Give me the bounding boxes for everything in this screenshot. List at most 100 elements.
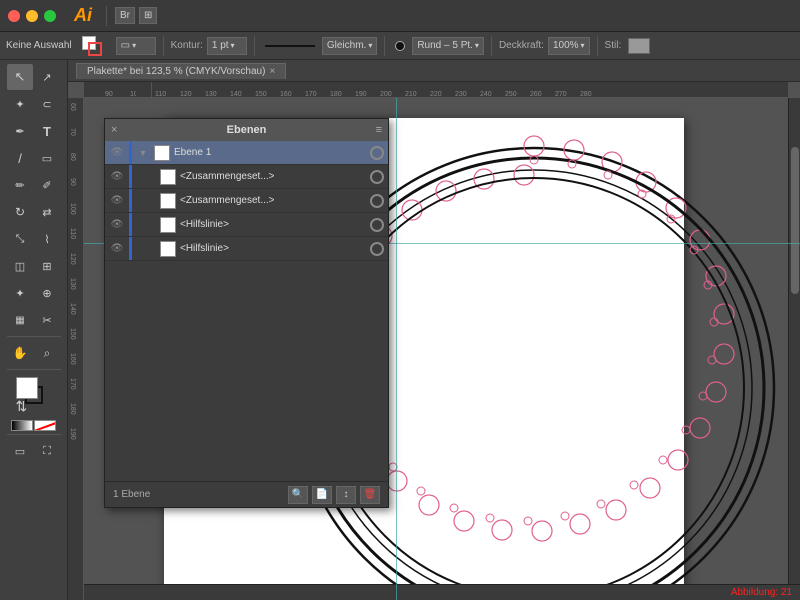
horizontal-ruler: 90 100 110 120 130 140 150 160 170 180 1… <box>84 82 788 98</box>
line-style-dropdown[interactable]: Gleichm. ▾ <box>322 37 377 55</box>
type-tool[interactable]: T <box>34 118 60 144</box>
rotate-tool[interactable]: ↻ <box>7 199 33 225</box>
normal-mode-button[interactable]: ▭ <box>7 438 33 464</box>
selection-indicator: Keine Auswahl <box>6 40 72 51</box>
sublayer-row-3[interactable]: 👁 <Hilfslinie> <box>105 213 388 237</box>
document-tab[interactable]: Plakette* bei 123,5 % (CMYK/Vorschau) × <box>76 63 286 79</box>
move-to-layer-button[interactable]: ↕ <box>336 486 356 504</box>
layer-target-1[interactable] <box>370 146 384 160</box>
tool-row-6: ↻ ⇄ <box>7 199 60 225</box>
slice-tool[interactable]: ✂ <box>34 307 60 333</box>
rect-tool[interactable]: ▭ <box>34 145 60 171</box>
scale-tool[interactable]: ⤡ <box>7 226 33 252</box>
layer-row-1[interactable]: 👁 ▼ Ebene 1 <box>105 141 388 165</box>
titlebar-separator <box>106 6 107 26</box>
layers-panel-titlebar[interactable]: × Ebenen ≡ <box>105 119 388 141</box>
delete-layer-button[interactable]: 🗑 <box>360 486 380 504</box>
sublayer-target-2[interactable] <box>370 194 384 208</box>
fill-swatch[interactable] <box>16 377 38 399</box>
toolbar-separator3 <box>384 36 385 56</box>
layer-thumbnail-1 <box>154 145 170 161</box>
sublayer-target-3[interactable] <box>370 218 384 232</box>
chart-tool[interactable]: ▦ <box>7 307 33 333</box>
sublayer-target-1[interactable] <box>370 170 384 184</box>
close-button[interactable] <box>8 10 20 22</box>
fill-stroke-widget[interactable] <box>80 34 108 58</box>
sublayer-thumb-2 <box>160 193 176 209</box>
select-tool[interactable]: ↖ <box>7 64 33 90</box>
pencil-tool[interactable]: ✐ <box>34 172 60 198</box>
none-swatch[interactable] <box>34 420 56 431</box>
dropdown-arrow2: ▾ <box>231 41 235 50</box>
minimize-button[interactable] <box>26 10 38 22</box>
gradient-tool[interactable]: ◫ <box>7 253 33 279</box>
layers-menu-button[interactable]: ≡ <box>376 124 382 136</box>
sublayer-color-4 <box>129 237 132 260</box>
toolbox: ↖ ↗ ✦ ⊂ ✒ T / ▭ ✏ ✐ ↻ ⇄ ⤡ ⌇ ◫ ⊞ <box>0 60 68 600</box>
tab-bar: Plakette* bei 123,5 % (CMYK/Vorschau) × <box>68 60 800 82</box>
none-slash <box>34 422 56 431</box>
toolbar-separator4 <box>491 36 492 56</box>
dropdown-arrow: ▾ <box>132 41 136 50</box>
line-tool[interactable]: / <box>7 145 33 171</box>
opacity-dropdown[interactable]: 100% ▾ <box>548 37 590 55</box>
top-toolbar: Keine Auswahl ▭ ▾ Kontur: 1 pt ▾ Gleichm… <box>0 32 800 60</box>
direct-select-tool[interactable]: ↗ <box>34 64 60 90</box>
pen-tool[interactable]: ✒ <box>7 118 33 144</box>
new-layer-button[interactable]: 📄 <box>312 486 332 504</box>
hand-tool[interactable]: ✋ <box>7 340 33 366</box>
blend-tool[interactable]: ⊕ <box>34 280 60 306</box>
tool-row-3: ✒ T <box>7 118 60 144</box>
cap-style-dropdown[interactable]: Rund – 5 Pt. ▾ <box>412 37 484 55</box>
tool-row-5: ✏ ✐ <box>7 172 60 198</box>
warp-tool[interactable]: ⌇ <box>34 226 60 252</box>
zoom-tool[interactable]: ⌕ <box>34 340 60 366</box>
sublayer-row-2[interactable]: 👁 <Zusammengeset...> <box>105 189 388 213</box>
sublayer-name-3: <Hilfslinie> <box>180 219 366 230</box>
paintbrush-tool[interactable]: ✏ <box>7 172 33 198</box>
stroke-icon: ▭ <box>121 40 130 51</box>
layers-close-button[interactable]: × <box>111 124 117 136</box>
maximize-button[interactable] <box>44 10 56 22</box>
swap-icon[interactable]: ⇅ <box>16 398 28 415</box>
layers-panel-title: Ebenen <box>227 124 267 136</box>
tab-close-icon[interactable]: × <box>269 66 275 77</box>
ruler-corner <box>136 82 152 98</box>
opacity-value: 100% <box>553 40 579 51</box>
fullscreen-button[interactable]: ⛶ <box>34 438 60 464</box>
stroke-type-dropdown[interactable]: ▭ ▾ <box>116 37 156 55</box>
sublayer-row-1[interactable]: 👁 <Zusammengeset...> <box>105 165 388 189</box>
sublayer-target-4[interactable] <box>370 242 384 256</box>
lasso-tool[interactable]: ⊂ <box>34 91 60 117</box>
arrange-button[interactable]: ⊞ <box>139 7 157 24</box>
bridge-button[interactable]: Br <box>115 7 135 24</box>
sublayer-thumb-3 <box>160 217 176 233</box>
sublayer-visibility-4[interactable]: 👁 <box>109 241 125 257</box>
layer-expand-icon-1[interactable]: ▼ <box>136 146 150 160</box>
sublayer-visibility-1[interactable]: 👁 <box>109 169 125 185</box>
magic-wand-tool[interactable]: ✦ <box>7 91 33 117</box>
eyedropper-tool[interactable]: ✦ <box>7 280 33 306</box>
vertical-scrollbar[interactable] <box>788 98 800 588</box>
sublayer-visibility-3[interactable]: 👁 <box>109 217 125 233</box>
tool-row-9: ✦ ⊕ <box>7 280 60 306</box>
stroke-width-dropdown[interactable]: 1 pt ▾ <box>207 37 247 55</box>
search-layer-button[interactable]: 🔍 <box>288 486 308 504</box>
mesh-tool[interactable]: ⊞ <box>34 253 60 279</box>
vertical-scrollbar-thumb[interactable] <box>791 147 799 294</box>
stroke-width-value: 1 pt <box>212 40 229 51</box>
vertical-ruler: 60 70 80 90 100 110 120 130 140 150 160 … <box>68 98 84 600</box>
sublayer-visibility-2[interactable]: 👁 <box>109 193 125 209</box>
tool-row-4: / ▭ <box>7 145 60 171</box>
guide-vertical-1 <box>396 98 397 600</box>
round-cap-icon <box>395 41 405 51</box>
opacity-label: Deckkraft: <box>499 40 544 51</box>
stroke-color-box[interactable] <box>88 42 102 56</box>
app-logo: Ai <box>74 5 92 26</box>
toolbar-separator1 <box>163 36 164 56</box>
gradient-swatch[interactable] <box>11 420 33 431</box>
layer-visibility-icon-1[interactable]: 👁 <box>109 145 125 161</box>
reflect-tool[interactable]: ⇄ <box>34 199 60 225</box>
sublayer-row-4[interactable]: 👁 <Hilfslinie> <box>105 237 388 261</box>
toolbar-separator5 <box>597 36 598 56</box>
